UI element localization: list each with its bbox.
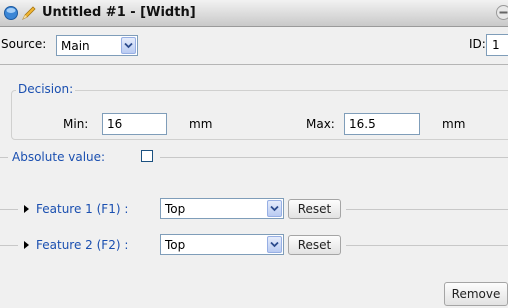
divider <box>0 245 18 246</box>
main-panel: Decision: Min: 16 mm Max: 16.5 mm Absolu… <box>0 65 508 308</box>
source-dropdown-button[interactable] <box>121 37 136 54</box>
feature-1-reset-button[interactable]: Reset <box>288 199 341 219</box>
id-label: ID: <box>469 37 486 51</box>
min-input[interactable]: 16 <box>102 113 167 135</box>
divider <box>160 157 508 158</box>
triangle-right-icon[interactable] <box>24 241 29 249</box>
feature-1-select[interactable]: Top <box>160 198 284 219</box>
max-label: Max: <box>306 117 335 131</box>
window-title: Untitled #1 - [Width] <box>42 5 196 20</box>
feature-2-value: Top <box>165 238 186 252</box>
window-orb-icon[interactable] <box>4 6 18 20</box>
decision-group <box>11 90 508 140</box>
feature-2-label: Feature 2 (F2) : <box>36 238 129 252</box>
feature-1-dropdown-button[interactable] <box>267 200 282 217</box>
divider <box>0 209 18 210</box>
pencil-icon <box>22 6 36 20</box>
chevron-down-icon <box>270 241 279 248</box>
feature-2-reset-button[interactable]: Reset <box>288 235 341 255</box>
triangle-right-icon[interactable] <box>24 205 29 213</box>
min-unit: mm <box>189 117 213 131</box>
feature-2-dropdown-button[interactable] <box>267 236 282 253</box>
divider <box>0 157 8 158</box>
id-field[interactable]: 1 <box>486 34 508 56</box>
max-value: 16.5 <box>349 117 376 131</box>
absolute-value-checkbox[interactable] <box>141 150 153 162</box>
divider <box>346 209 508 210</box>
absolute-value-label: Absolute value: <box>12 150 106 164</box>
divider <box>346 245 508 246</box>
source-label: Source: <box>1 37 47 51</box>
decision-legend: Decision: <box>16 82 76 96</box>
chevron-down-icon <box>124 42 133 49</box>
max-unit: mm <box>442 117 466 131</box>
id-value: 1 <box>492 38 500 52</box>
collapse-icon[interactable] <box>496 5 508 20</box>
chevron-down-icon <box>270 205 279 212</box>
min-value: 16 <box>107 117 123 131</box>
feature-1-label: Feature 1 (F1) : <box>36 202 129 216</box>
feature-2-select[interactable]: Top <box>160 234 284 255</box>
source-select[interactable]: Main <box>56 35 138 56</box>
title-bar: Untitled #1 - [Width] <box>0 0 508 27</box>
source-select-value: Main <box>61 39 90 53</box>
feature-1-value: Top <box>165 202 186 216</box>
remove-button[interactable]: Remove <box>444 282 508 306</box>
min-label: Min: <box>63 117 89 131</box>
max-input[interactable]: 16.5 <box>344 113 420 135</box>
toolbar: Source: Main ID: 1 <box>0 27 508 65</box>
